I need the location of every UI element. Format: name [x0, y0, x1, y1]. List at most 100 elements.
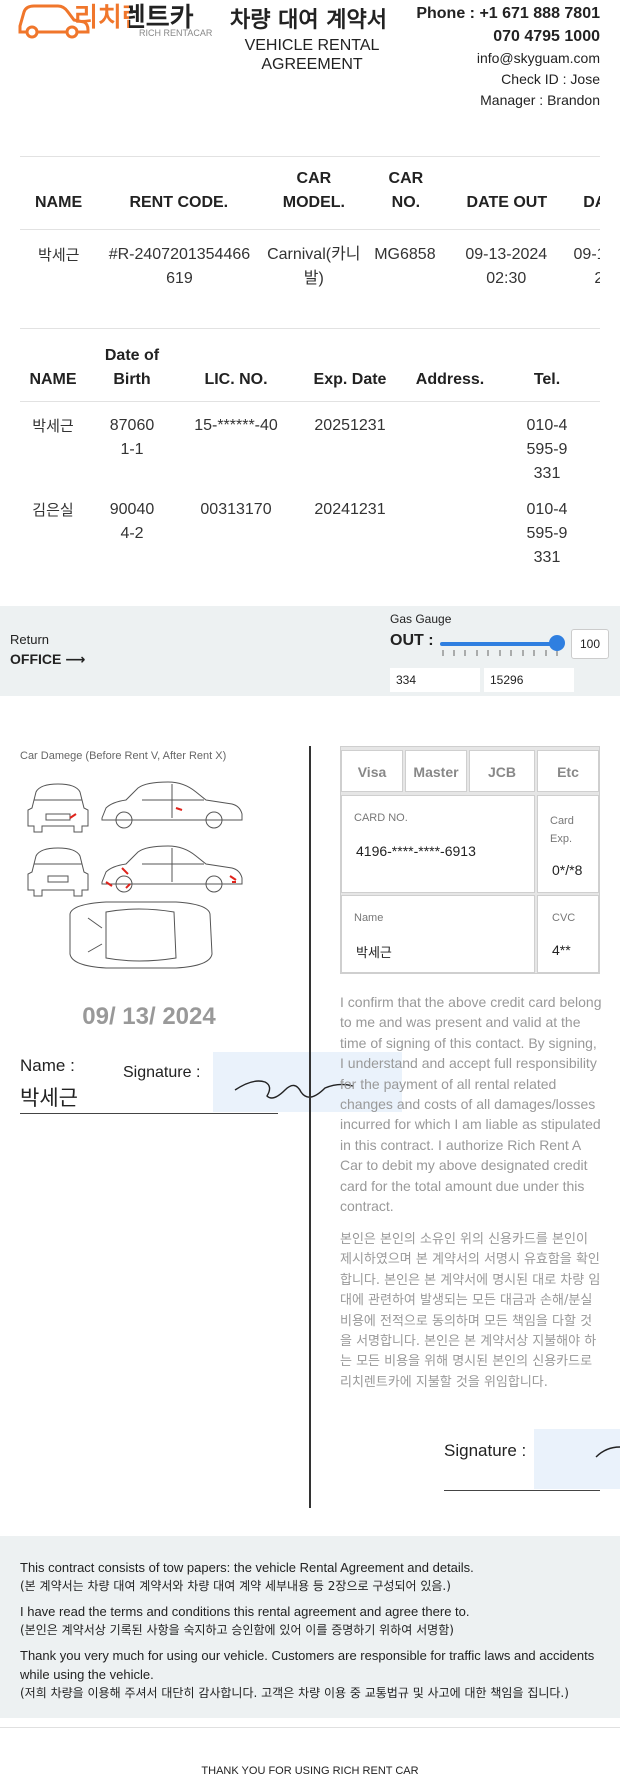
cell: Carnival(카니발) [267, 246, 361, 287]
cell: 010-4595-9331 [526, 501, 568, 566]
card-signature-label: Signature : [444, 1441, 527, 1460]
col-header: LIC. NO. [204, 371, 268, 388]
card-cvc-value: 4** [552, 942, 571, 958]
cell: MG6858 [374, 246, 436, 263]
signature-label: Signature : [123, 1064, 201, 1081]
card-type-master[interactable]: Master [405, 750, 467, 792]
card-type-etc[interactable]: Etc [537, 750, 599, 792]
gas-gauge-label: Gas Gauge [390, 612, 452, 626]
col-header: NAME [35, 194, 83, 211]
name-label: Name : [20, 1056, 75, 1075]
cell: 김은실 [32, 501, 74, 519]
notice-3-ko: (저희 차량을 이용해 주셔서 대단히 감사합니다. 고객은 차량 이용 중 교… [20, 1686, 569, 1700]
gas-slider-thumb[interactable] [549, 635, 565, 651]
title-english: VEHICLE RENTAL AGREEMENT [244, 37, 380, 73]
notice-2-en: I have read the terms and conditions thi… [20, 1604, 470, 1619]
col-header: DATE OUT [466, 194, 548, 211]
card-exp-label: Card Exp. [550, 815, 574, 845]
terms-english: I confirm that the above credit card bel… [340, 994, 602, 1215]
table-header-row: NAME Date of Birth LIC. NO. Exp. Date Ad… [20, 340, 600, 400]
table-row: 김은실 900404-2 00313170 20241231 010-4595-… [20, 498, 600, 582]
divider [20, 328, 600, 329]
driver-table: NAME Date of Birth LIC. NO. Exp. Date Ad… [20, 340, 600, 400]
col-header: NAME [29, 371, 77, 388]
card-name-field[interactable]: Name 박세근 [341, 895, 535, 973]
driver-table-body: 박세근 870601-1 15-******-40 20251231 010-4… [20, 414, 600, 582]
col-header: DATE IN [583, 194, 600, 211]
card-type-jcb[interactable]: JCB [469, 750, 535, 792]
col-header: CAR MODEL. [282, 170, 345, 211]
table-row: 박세근 870601-1 15-******-40 20251231 010-4… [20, 414, 600, 498]
notice-1-en: This contract consists of tow papers: th… [20, 1560, 474, 1575]
damage-label: Car Damege (Before Rent V, After Rent X) [20, 750, 227, 762]
rental-table-wrap: NAME RENT CODE. CAR MODEL. CAR NO. DATE … [20, 157, 600, 327]
notice-3-en: Thank you very much for using our vehicl… [20, 1648, 595, 1682]
col-header: Exp. Date [313, 371, 387, 388]
name-underline [20, 1113, 278, 1114]
title-korean: 차량 대여 계약서 [230, 8, 387, 33]
rental-table-body: 박세근 #R-2407201354466619 Carnival(카니발) MG… [20, 243, 600, 291]
phone-number: Phone : +1 671 888 7801 [416, 5, 600, 22]
slider-ticks [442, 650, 558, 656]
divider [20, 229, 600, 230]
cell: 20241231 [314, 501, 386, 518]
terms-korean: 본인은 본인의 소유인 위의 신용카드를 본인이 제시하였으며 본 계약서의 서… [340, 1232, 601, 1390]
card-number-value: 4196-****-****-6913 [356, 843, 476, 859]
car-damage-diagram-icon[interactable] [26, 778, 276, 980]
cell: 20251231 [314, 417, 386, 434]
company-logo: 리치렌트카 RICH RENTACAR [18, 0, 218, 42]
table-row: 박세근 #R-2407201354466619 Carnival(카니발) MG… [20, 243, 600, 291]
cell: 00313170 [200, 501, 272, 518]
signature-stroke-icon [595, 1446, 620, 1458]
footer-text: THANK YOU FOR USING RICH RENT CAR [201, 1765, 419, 1777]
col-header: RENT CODE. [129, 194, 229, 211]
table-header-row: NAME RENT CODE. CAR MODEL. CAR NO. DATE … [20, 157, 600, 227]
card-number-field[interactable]: CARD NO. 4196-****-****-6913 [341, 795, 535, 893]
return-label: Return [10, 632, 50, 647]
card-name-label: Name [354, 912, 384, 924]
footer-divider [0, 1727, 620, 1728]
contact-block: Phone : +1 671 888 7801 070 4795 1000 in… [416, 2, 600, 111]
logo-subtext: RICH RENTACAR [139, 28, 213, 38]
card-exp-field[interactable]: Card Exp. 0*/*8 [537, 795, 599, 893]
col-header: Date of Birth [104, 347, 160, 388]
card-signature-pad[interactable] [534, 1429, 620, 1489]
cell: 15-******-40 [194, 417, 278, 434]
column-divider [309, 746, 311, 1508]
cell [406, 498, 494, 582]
notice-1-ko: (본 계약서는 차량 대여 계약서와 차량 대여 계약 세부내용 등 2장으로 … [20, 1579, 451, 1593]
cell: #R-2407201354466619 [108, 246, 251, 287]
gas-slider-track[interactable] [440, 642, 558, 646]
col-header: Tel. [533, 371, 561, 388]
gas-gauge-value: 100 [571, 629, 609, 659]
col-header: CAR NO. [388, 170, 424, 211]
cell: 09-17-2024 23:30 [573, 246, 600, 287]
rental-date: 09/ 13/ 2024 [82, 1003, 216, 1030]
name-value: 박세근 [20, 1086, 78, 1110]
manager: Manager : Brandon [480, 92, 600, 108]
card-type-visa[interactable]: Visa [341, 750, 403, 792]
check-id: Check ID : Jose [501, 71, 600, 87]
cell: 010-4595-9331 [526, 417, 568, 482]
out-label: OUT : [390, 632, 434, 649]
card-name-value: 박세근 [356, 946, 392, 961]
divider [20, 401, 600, 402]
notice-2-ko: (본인은 계약서상 기록된 사항을 숙지하고 승인함에 있어 이를 증명하기 위… [20, 1623, 454, 1637]
cell: 09-13-2024 02:30 [465, 246, 548, 287]
card-cvc-label: CVC [552, 912, 576, 924]
card-cvc-field[interactable]: CVC 4** [537, 895, 599, 973]
cell: 박세근 [38, 246, 80, 264]
cell [406, 414, 494, 498]
rental-table: NAME RENT CODE. CAR MODEL. CAR NO. DATE … [20, 157, 600, 227]
cell: 박세근 [32, 417, 74, 435]
cell: 900404-2 [109, 501, 155, 542]
phone-number-2: 070 4795 1000 [493, 28, 600, 45]
email: info@skyguam.com [476, 50, 600, 66]
odometer-out-field[interactable]: 334 [390, 668, 480, 692]
card-exp-value: 0*/*8 [552, 862, 583, 878]
card-signature-underline [444, 1490, 600, 1491]
return-office: OFFICE ⟶ [10, 651, 86, 667]
col-header: Address. [415, 371, 485, 388]
card-number-label: CARD NO. [354, 812, 408, 824]
odometer-in-field[interactable]: 15296 [484, 668, 574, 692]
